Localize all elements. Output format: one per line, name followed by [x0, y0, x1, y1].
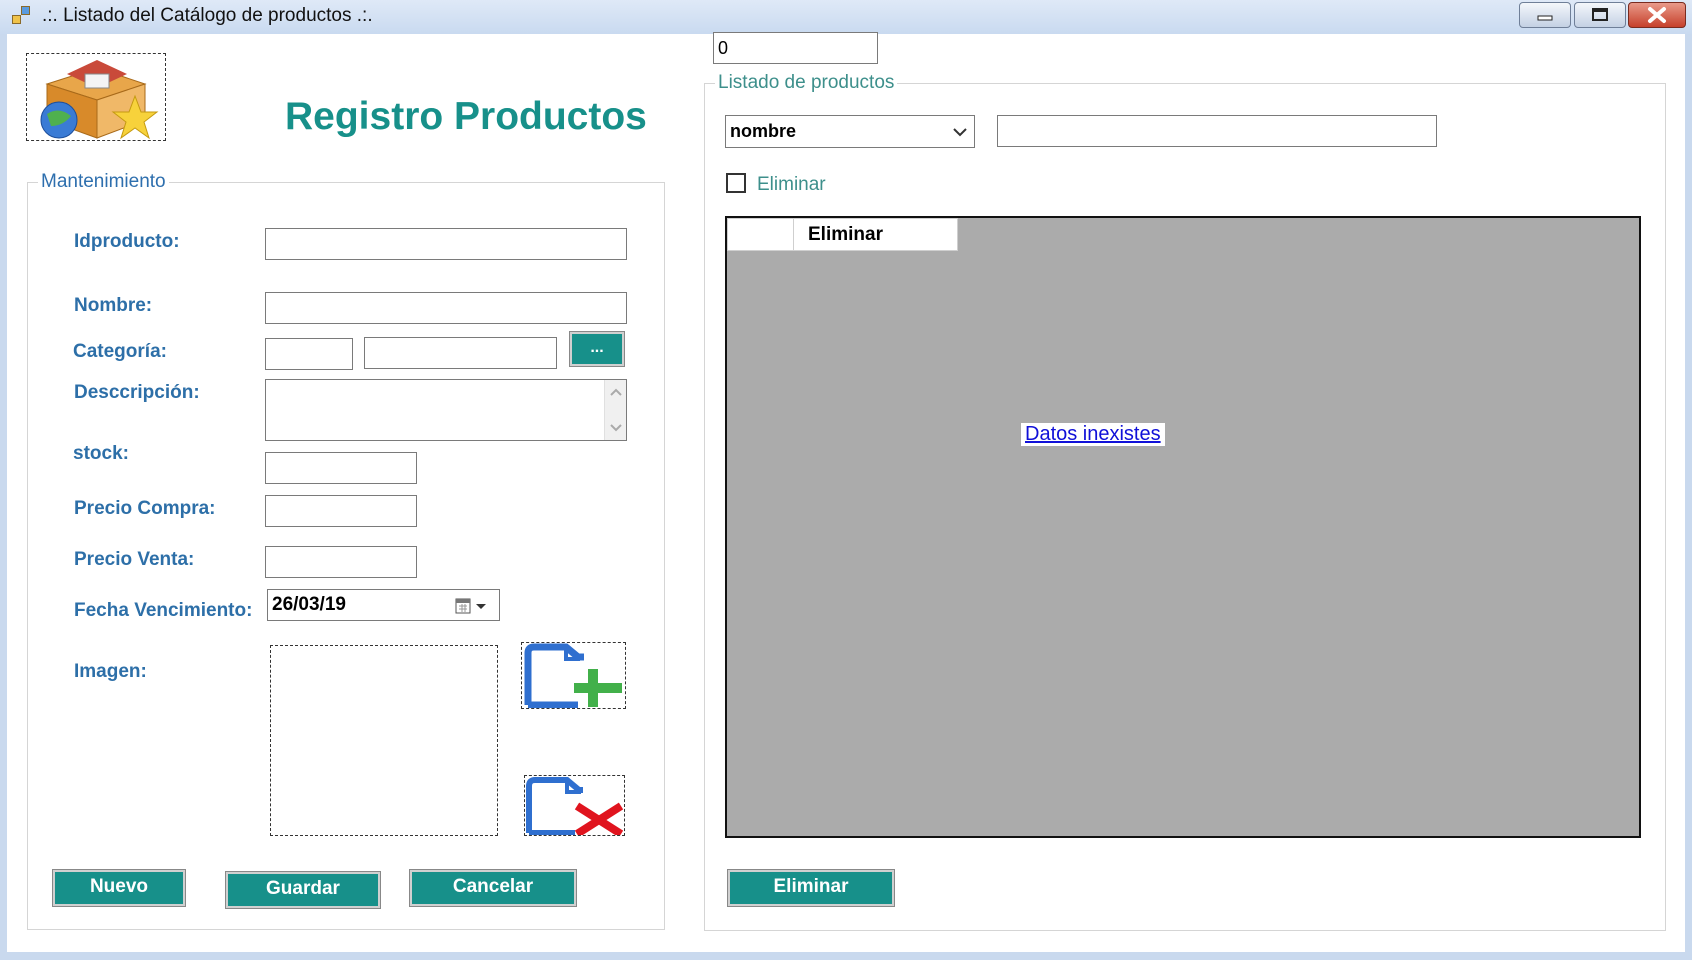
guardar-button[interactable]: Guardar	[226, 872, 380, 908]
logo-frame	[26, 53, 166, 141]
grid-row-header	[728, 219, 794, 250]
record-count-input[interactable]	[713, 32, 878, 64]
close-icon	[1648, 7, 1666, 23]
search-field-select[interactable]: nombre	[725, 115, 975, 148]
descripcion-scrollbar[interactable]	[604, 380, 626, 440]
remove-image-button[interactable]	[524, 775, 625, 838]
imagen-label: Imagen:	[74, 661, 147, 682]
fecha-vencimiento-label: Fecha Vencimiento:	[74, 600, 253, 621]
categoria-id-input[interactable]	[265, 338, 353, 370]
calendar-dropdown-icon[interactable]	[454, 596, 494, 616]
eliminar-checkbox-label: Eliminar	[757, 174, 826, 195]
precio-compra-label: Precio Compra:	[74, 498, 216, 519]
page-heading: Registro Productos	[285, 95, 647, 138]
precio-venta-input[interactable]	[265, 546, 417, 578]
restore-icon	[1592, 8, 1608, 21]
categoria-label: Categoría:	[73, 341, 167, 362]
minimize-button[interactable]	[1519, 2, 1571, 28]
fecha-vencimiento-value: 26/03/19	[272, 594, 346, 615]
nuevo-button[interactable]: Nuevo	[53, 870, 185, 906]
stock-label: stock:	[73, 443, 129, 464]
search-input[interactable]	[997, 115, 1437, 147]
close-button[interactable]	[1628, 2, 1686, 28]
precio-compra-input[interactable]	[265, 495, 417, 527]
categoria-browse-button[interactable]: ...	[570, 332, 624, 366]
nombre-input[interactable]	[265, 292, 627, 324]
idproducto-label: Idproducto:	[74, 231, 180, 252]
chevron-down-icon	[953, 128, 967, 137]
products-grid[interactable]	[725, 216, 1641, 838]
window-title: .:. Listado del Catálogo de productos .:…	[42, 5, 373, 26]
minimize-icon	[1537, 15, 1553, 21]
nombre-label: Nombre:	[74, 295, 153, 316]
precio-venta-label: Precio Venta:	[74, 549, 195, 570]
restore-button[interactable]	[1574, 2, 1626, 28]
search-field-selected: nombre	[730, 121, 797, 141]
fecha-vencimiento-picker[interactable]: 26/03/19	[267, 589, 500, 621]
remove-file-icon	[526, 777, 624, 838]
listado-group-title: Listado de productos	[715, 72, 898, 94]
app-icon	[12, 6, 32, 26]
categoria-name-input[interactable]	[364, 337, 557, 369]
eliminar-button[interactable]: Eliminar	[728, 870, 894, 906]
grid-header: Eliminar	[727, 218, 958, 251]
eliminar-checkbox[interactable]	[726, 173, 746, 193]
add-file-icon	[524, 643, 622, 709]
descripcion-textarea[interactable]	[265, 379, 627, 441]
imagen-preview	[270, 645, 498, 836]
grid-column-eliminar[interactable]: Eliminar	[808, 224, 883, 246]
scroll-down-icon	[610, 424, 622, 432]
stock-input[interactable]	[265, 452, 417, 484]
idproducto-input[interactable]	[265, 228, 627, 260]
mantenimiento-group-title: Mantenimiento	[38, 171, 169, 193]
scroll-up-icon	[610, 388, 622, 396]
descripcion-label: Desccripción:	[74, 382, 200, 403]
add-image-button[interactable]	[521, 642, 626, 709]
product-box-icon	[40, 60, 159, 140]
empty-data-link[interactable]: Datos inexistes	[1021, 423, 1165, 446]
cancelar-button[interactable]: Cancelar	[410, 870, 576, 906]
